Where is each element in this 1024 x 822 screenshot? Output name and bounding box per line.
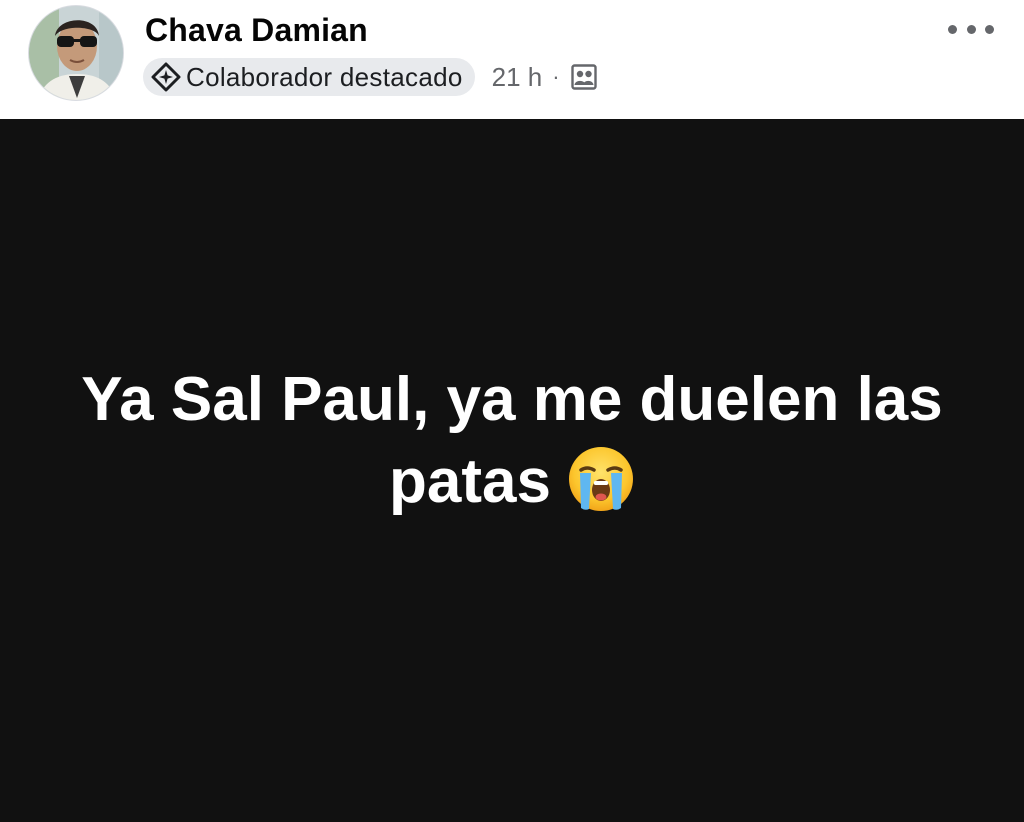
post-card: Chava Damian Colaborador destacado 21 h … <box>0 0 1024 822</box>
post-content: Ya Sal Paul, ya me duelen las patas <box>0 119 1024 822</box>
top-contributor-badge[interactable]: Colaborador destacado <box>143 58 475 96</box>
avatar[interactable] <box>28 5 124 101</box>
post-header: Chava Damian Colaborador destacado 21 h … <box>0 0 1024 119</box>
more-dot <box>948 24 957 34</box>
post-meta: Colaborador destacado 21 h · <box>143 58 598 96</box>
loudly-crying-face-icon <box>567 445 635 513</box>
meta-separator: · <box>552 64 560 89</box>
group-audience-icon[interactable] <box>570 63 598 91</box>
post-timestamp[interactable]: 21 h <box>492 62 543 93</box>
more-dot <box>985 24 994 34</box>
post-text-container: Ya Sal Paul, ya me duelen las patas <box>62 359 962 523</box>
more-options-icon[interactable] <box>948 14 994 44</box>
sparkle-diamond-icon <box>151 62 181 92</box>
more-dot <box>966 24 976 34</box>
badge-label: Colaborador destacado <box>186 61 463 92</box>
author-name[interactable]: Chava Damian <box>145 12 368 49</box>
avatar-photo <box>29 6 123 100</box>
post-text: Ya Sal Paul, ya me duelen las patas <box>81 364 943 516</box>
